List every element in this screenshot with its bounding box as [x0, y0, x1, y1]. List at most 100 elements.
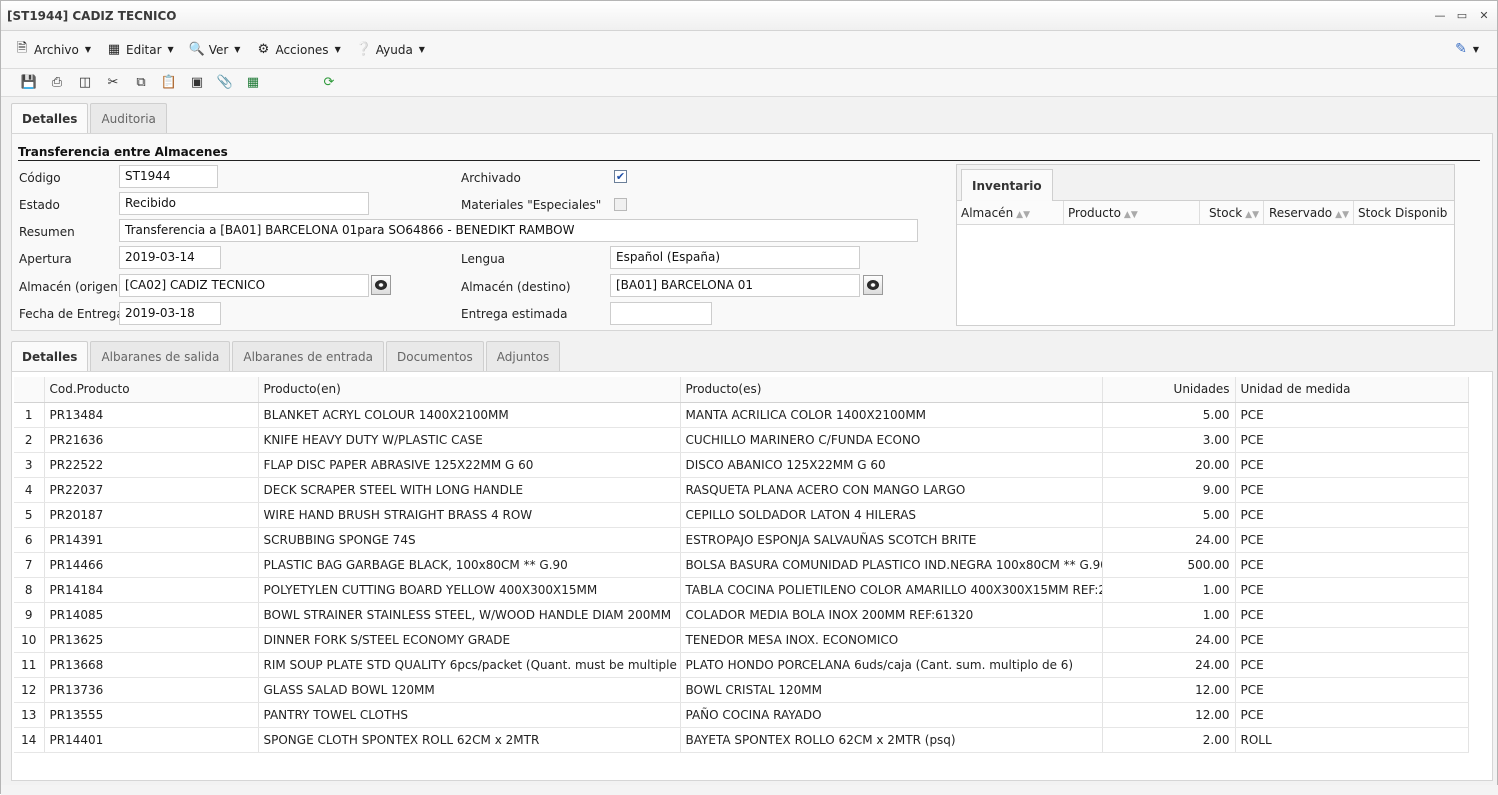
column-header-unidades[interactable]: Unidades: [1102, 377, 1236, 403]
row-number: 4: [14, 477, 45, 503]
producto-es-cell: ESTROPAJO ESPONJA SALVAUÑAS SCOTCH BRITE: [680, 527, 1103, 553]
table-row[interactable]: 1 PR13484 BLANKET ACRYL COLOUR 1400X2100MM…: [14, 402, 1469, 428]
delete-icon[interactable]: ◫: [71, 72, 99, 94]
window-title: [ST1944] CADIZ TECNICO: [7, 8, 177, 23]
lookup-eye-icon: [867, 280, 879, 290]
codigo-field[interactable]: ST1944: [119, 165, 218, 188]
menu-ayuda[interactable]: ❔ Ayuda ▼: [355, 38, 425, 62]
tab-detalles-lines[interactable]: Detalles: [11, 341, 89, 371]
destino-label: Almacén (destino): [461, 280, 571, 294]
tab-albaranes-entrada[interactable]: Albaranes de entrada: [232, 341, 384, 371]
tab-albaranes-salida[interactable]: Albaranes de salida: [90, 341, 231, 371]
column-label: Stock: [1208, 206, 1243, 220]
estado-field[interactable]: Recibido: [119, 192, 369, 215]
row-number: 1: [14, 402, 45, 428]
grid-body: 1 PR13484 BLANKET ACRYL COLOUR 1400X2100MM…: [14, 402, 1469, 753]
table-row[interactable]: 3 PR22522 FLAP DISC PAPER ABRASIVE 125X22M…: [14, 452, 1469, 478]
save-icon[interactable]: 💾: [15, 72, 43, 94]
materiales-checkbox[interactable]: [614, 198, 627, 211]
tab-documentos[interactable]: Documentos: [386, 341, 484, 371]
sort-icon: ▲▼: [1123, 210, 1138, 220]
table-row[interactable]: 2 PR21636 KNIFE HEAVY DUTY W/PLASTIC CASE C…: [14, 427, 1469, 453]
entrega-estimada-label: Entrega estimada: [461, 307, 568, 321]
tab-detalles[interactable]: Detalles: [11, 103, 89, 133]
producto-es-cell: BOLSA BASURA COMUNIDAD PLASTICO IND.NEGR…: [680, 552, 1103, 578]
producto-es-cell: BOWL CRISTAL 120MM: [680, 677, 1103, 703]
menu-editar[interactable]: ▦ Editar ▼: [105, 38, 174, 62]
close-icon[interactable]: ✕: [1477, 8, 1491, 22]
chevron-down-icon: ▼: [334, 45, 341, 54]
unidades-cell: 3.00: [1102, 427, 1236, 453]
table-row[interactable]: 13 PR13555 PANTRY TOWEL CLOTHS PAÑO COCINA …: [14, 702, 1469, 728]
print-icon[interactable]: ⎙: [43, 72, 71, 94]
attach-icon[interactable]: 📎: [211, 72, 239, 94]
archivado-label: Archivado: [461, 171, 521, 185]
unidad-medida-cell: PCE: [1235, 477, 1469, 503]
row-number: 13: [14, 702, 45, 728]
cod-producto-cell: PR22522: [44, 452, 259, 478]
inventory-col-reservado[interactable]: Reservado ▲▼: [1264, 201, 1354, 224]
menu-archivo[interactable]: 🗎 Archivo ▼: [13, 38, 91, 62]
materiales-label: Materiales "Especiales": [461, 198, 602, 212]
tab-inventario[interactable]: Inventario: [961, 169, 1053, 201]
column-header-unidad-medida[interactable]: Unidad de medida: [1235, 377, 1469, 403]
row-number: 8: [14, 577, 45, 603]
refresh-icon[interactable]: ⟳: [315, 72, 343, 94]
archivado-checkbox[interactable]: ✔: [614, 170, 627, 183]
lengua-select[interactable]: Español (España): [610, 246, 860, 269]
menu-acciones[interactable]: ⚙ Acciones ▼: [254, 38, 341, 62]
menu-ver[interactable]: 🔍 Ver ▼: [188, 38, 241, 62]
origen-lookup-button[interactable]: [371, 275, 391, 295]
chevron-down-icon: ▼: [1472, 44, 1479, 54]
window-controls: — ▭ ✕: [1433, 8, 1491, 22]
table-row[interactable]: 6 PR14391 SCRUBBING SPONGE 74S ESTROPAJO ES…: [14, 527, 1469, 553]
inventory-col-producto[interactable]: Producto ▲▼: [1064, 201, 1200, 224]
producto-en-cell: POLYETYLEN CUTTING BOARD YELLOW 400X300X…: [258, 577, 681, 603]
producto-en-cell: RIM SOUP PLATE STD QUALITY 6pcs/packet (…: [258, 652, 681, 678]
fecha-entrega-field[interactable]: 2019-03-18: [119, 302, 221, 325]
inventory-panel: Inventario Almacén ▲▼ Producto ▲▼ Stock ▲▼ …: [956, 164, 1455, 326]
fecha-entrega-label: Fecha de Entrega: [19, 307, 124, 321]
entrega-estimada-field[interactable]: [610, 302, 712, 325]
table-row[interactable]: 14 PR14401 SPONGE CLOTH SPONTEX ROLL 62CM …: [14, 727, 1469, 753]
inventory-col-stock-disponible[interactable]: Stock Disponib: [1354, 201, 1454, 224]
column-header-producto-en[interactable]: Producto(en): [258, 377, 681, 403]
chevron-down-icon: ▼: [84, 45, 92, 54]
producto-es-cell: TABLA COCINA POLIETILENO COLOR AMARILLO …: [680, 577, 1103, 603]
resumen-field[interactable]: Transferencia a [BA01] BARCELONA 01para …: [119, 219, 918, 242]
destino-field[interactable]: [BA01] BARCELONA 01: [610, 274, 860, 297]
destino-lookup-button[interactable]: [863, 275, 883, 295]
table-row[interactable]: 11 PR13668 RIM SOUP PLATE STD QUALITY 6pcs…: [14, 652, 1469, 678]
producto-en-cell: DECK SCRAPER STEEL WITH LONG HANDLE: [258, 477, 681, 503]
cut-icon[interactable]: ✂: [99, 72, 127, 94]
producto-en-cell: FLAP DISC PAPER ABRASIVE 125X22MM G 60: [258, 452, 681, 478]
table-row[interactable]: 12 PR13736 GLASS SALAD BOWL 120MM BOWL CRIS…: [14, 677, 1469, 703]
producto-en-cell: SCRUBBING SPONGE 74S: [258, 527, 681, 553]
row-number: 5: [14, 502, 45, 528]
origen-field[interactable]: [CA02] CADIZ TECNICO: [119, 274, 369, 297]
unidades-cell: 9.00: [1102, 477, 1236, 503]
table-row[interactable]: 9 PR14085 BOWL STRAINER STAINLESS STEEL, W…: [14, 602, 1469, 628]
column-header-cod-producto[interactable]: Cod.Producto: [44, 377, 259, 403]
table-row[interactable]: 4 PR22037 DECK SCRAPER STEEL WITH LONG HAN…: [14, 477, 1469, 503]
apertura-field[interactable]: 2019-03-14: [119, 246, 221, 269]
user-menu[interactable]: ✎ ▼: [1455, 41, 1479, 57]
tab-adjuntos[interactable]: Adjuntos: [485, 341, 561, 371]
copy-icon[interactable]: ⧉: [127, 72, 155, 94]
minimize-icon[interactable]: —: [1433, 8, 1447, 22]
clone-icon[interactable]: ▣: [183, 72, 211, 94]
table-row[interactable]: 7 PR14466 PLASTIC BAG GARBAGE BLACK, 100x8…: [14, 552, 1469, 578]
inventory-col-almacen[interactable]: Almacén ▲▼: [957, 201, 1064, 224]
cod-producto-cell: PR14085: [44, 602, 259, 628]
column-label: Producto: [1068, 206, 1121, 220]
table-row[interactable]: 5 PR20187 WIRE HAND BRUSH STRAIGHT BRASS 4…: [14, 502, 1469, 528]
excel-icon[interactable]: ▦: [239, 72, 267, 94]
paste-icon[interactable]: 📋: [155, 72, 183, 94]
inventory-col-stock[interactable]: Stock ▲▼: [1200, 201, 1264, 224]
column-header-producto-es[interactable]: Producto(es): [680, 377, 1103, 403]
table-row[interactable]: 10 PR13625 DINNER FORK S/STEEL ECONOMY GRA…: [14, 627, 1469, 653]
table-row[interactable]: 8 PR14184 POLYETYLEN CUTTING BOARD YELLOW …: [14, 577, 1469, 603]
cod-producto-cell: PR13625: [44, 627, 259, 653]
tab-auditoria[interactable]: Auditoria: [90, 103, 167, 133]
restore-icon[interactable]: ▭: [1455, 8, 1469, 22]
